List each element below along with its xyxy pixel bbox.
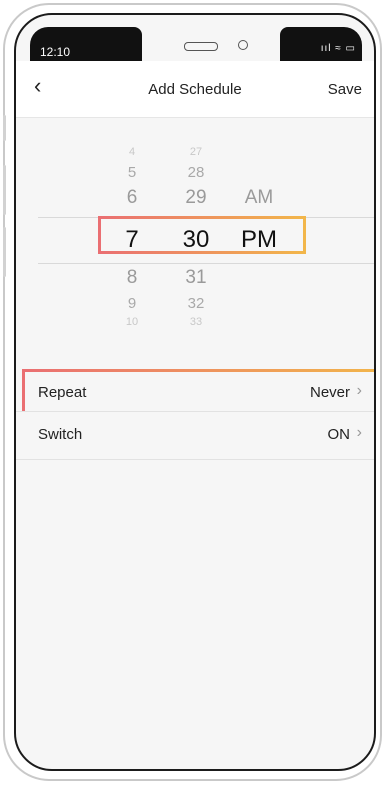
page-title: Add Schedule xyxy=(148,81,242,98)
status-time: 12:10 xyxy=(40,45,71,59)
selected-time-highlight xyxy=(98,216,306,254)
hour-option[interactable]: 5 xyxy=(112,164,152,181)
hour-option[interactable]: 4 xyxy=(112,146,152,158)
header: ‹ Add Schedule Save xyxy=(16,61,374,118)
minute-option[interactable]: 32 xyxy=(174,295,218,312)
minute-option[interactable]: 33 xyxy=(174,316,218,328)
status-icons: ııl ≈ ▭ xyxy=(320,43,356,54)
switch-value: ON xyxy=(327,426,351,443)
repeat-highlight xyxy=(22,369,374,417)
phone-frame: 12:10 ııl ≈ ▭ ‹ Add Schedule Save 4 5 6 … xyxy=(3,3,382,781)
speaker xyxy=(184,42,218,51)
hour-option[interactable]: 9 xyxy=(112,295,152,312)
switch-row[interactable]: Switch ON › xyxy=(16,412,374,458)
camera xyxy=(238,40,248,50)
save-button[interactable]: Save xyxy=(328,81,362,98)
chevron-right-icon: › xyxy=(356,424,362,441)
side-button xyxy=(3,115,6,141)
hour-option[interactable]: 10 xyxy=(112,316,152,328)
screen: 12:10 ııl ≈ ▭ ‹ Add Schedule Save 4 5 6 … xyxy=(14,13,376,771)
minute-option[interactable]: 31 xyxy=(174,267,218,289)
minute-option[interactable]: 28 xyxy=(174,164,218,181)
volume-up-button xyxy=(3,165,6,215)
volume-down-button xyxy=(3,227,6,277)
minute-option[interactable]: 29 xyxy=(174,187,218,209)
period-option[interactable]: AM xyxy=(234,187,284,209)
divider xyxy=(16,459,374,460)
hour-option[interactable]: 6 xyxy=(112,187,152,209)
hour-option[interactable]: 8 xyxy=(112,267,152,289)
minute-option[interactable]: 27 xyxy=(174,146,218,158)
switch-label: Switch xyxy=(38,426,83,443)
